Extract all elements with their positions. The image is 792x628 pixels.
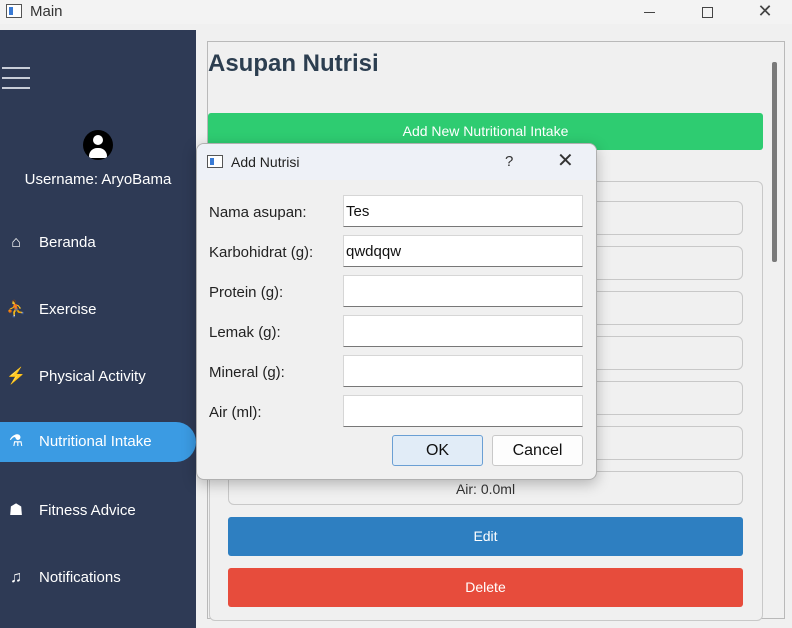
sidebar-item-label: Beranda — [39, 234, 96, 251]
delete-button[interactable]: Delete — [228, 568, 743, 607]
nutrition-icon: ⚗ — [8, 433, 24, 450]
scrollbar-thumb[interactable] — [772, 62, 777, 262]
sidebar-item-label: Notifications — [39, 569, 121, 586]
add-nutrisi-dialog: Add Nutrisi ? ✕ Nama asupan: Karbohidrat… — [196, 143, 597, 480]
page-title: Asupan Nutrisi — [208, 50, 379, 77]
dialog-titlebar: Add Nutrisi ? ✕ — [197, 144, 596, 180]
minimize-icon — [643, 11, 655, 13]
hamburger-icon[interactable] — [2, 67, 30, 89]
minimize-button[interactable] — [626, 0, 672, 24]
dialog-title: Add Nutrisi — [231, 154, 300, 170]
window-titlebar: Main ✕ — [0, 0, 792, 24]
maximize-button[interactable] — [684, 0, 730, 24]
home-icon: ⌂ — [11, 234, 21, 251]
sidebar-item-label: Nutritional Intake — [39, 433, 152, 450]
close-icon: ✕ — [757, 1, 773, 21]
sidebar-item-label: Physical Activity — [39, 368, 146, 385]
nama-asupan-input[interactable] — [343, 195, 583, 227]
sidebar-item-label: Fitness Advice — [39, 502, 136, 519]
sidebar-item-exercise[interactable]: ⛹ Exercise — [0, 290, 196, 330]
label-air: Air (ml): — [209, 404, 262, 421]
username-label: Username: AryoBama — [24, 171, 172, 188]
protein-input[interactable] — [343, 275, 583, 307]
sidebar: Username: AryoBama ⌂ Beranda ⛹ Exercise … — [0, 30, 196, 628]
ok-button[interactable]: OK — [392, 435, 483, 466]
close-icon[interactable]: ✕ — [557, 150, 574, 172]
window-close-button[interactable]: ✕ — [742, 0, 788, 24]
lemak-input[interactable] — [343, 315, 583, 347]
label-mineral: Mineral (g): — [209, 364, 285, 381]
sidebar-item-label: Exercise — [39, 301, 97, 318]
label-nama-asupan: Nama asupan: — [209, 204, 307, 221]
dialog-app-icon — [207, 155, 223, 168]
edit-button[interactable]: Edit — [228, 517, 743, 556]
air-input[interactable] — [343, 395, 583, 427]
help-icon[interactable]: ? — [505, 153, 513, 170]
label-lemak: Lemak (g): — [209, 324, 281, 341]
exercise-icon: ⛹ — [6, 301, 26, 318]
mineral-input[interactable] — [343, 355, 583, 387]
sidebar-item-notifications[interactable]: ♫ Notifications — [0, 558, 196, 598]
running-icon: ⚡ — [6, 368, 26, 385]
sidebar-item-physical-activity[interactable]: ⚡ Physical Activity — [0, 357, 196, 397]
karbohidrat-input[interactable] — [343, 235, 583, 267]
label-karbohidrat: Karbohidrat (g): — [209, 244, 314, 261]
sidebar-item-fitness-advice[interactable]: ☗ Fitness Advice — [0, 491, 196, 531]
cancel-button[interactable]: Cancel — [492, 435, 583, 466]
maximize-icon — [701, 6, 713, 18]
window-app-icon — [6, 4, 22, 18]
label-protein: Protein (g): — [209, 284, 284, 301]
bell-icon: ♫ — [10, 569, 22, 586]
sidebar-item-beranda[interactable]: ⌂ Beranda — [0, 223, 196, 263]
window-title: Main — [30, 3, 63, 20]
trainer-icon: ☗ — [8, 502, 24, 519]
user-circle-icon — [83, 130, 113, 160]
sidebar-item-nutritional-intake[interactable]: ⚗ Nutritional Intake — [0, 422, 196, 462]
